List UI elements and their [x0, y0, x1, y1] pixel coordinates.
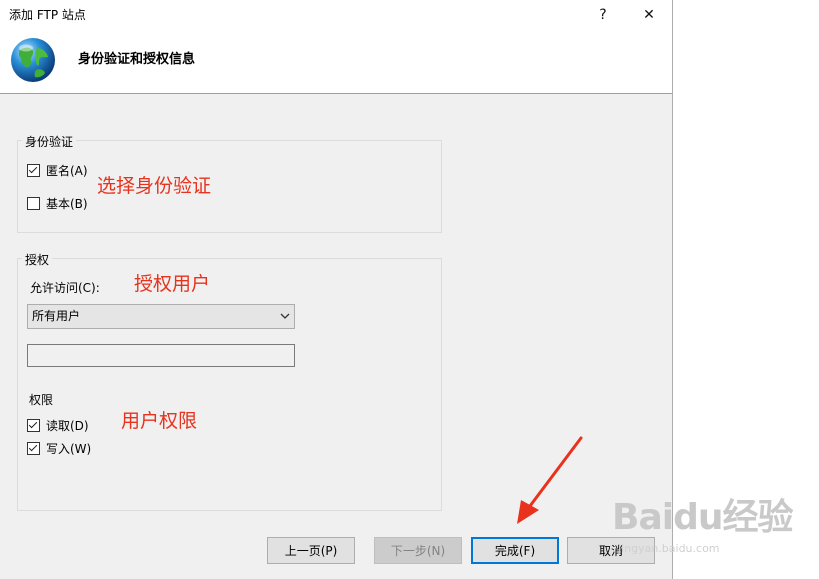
write-checkbox[interactable] [27, 442, 40, 455]
basic-checkbox-row[interactable]: 基本(B) [27, 195, 88, 212]
anonymous-checkbox[interactable] [27, 164, 40, 177]
annotation-user-permissions: 用户权限 [121, 410, 198, 432]
watermark-url: jingyan.baidu.com [618, 542, 720, 555]
title-bar: 添加 FTP 站点 ? ✕ [0, 0, 672, 30]
help-button[interactable]: ? [580, 0, 626, 30]
authentication-group [17, 140, 442, 233]
next-button[interactable]: 下一步(N) [374, 537, 462, 564]
read-label: 读取(D) [46, 419, 89, 433]
page-title: 身份验证和授权信息 [78, 52, 196, 67]
baidu-watermark: Baidu经验 jingyan.baidu.com [612, 488, 793, 555]
window-title: 添加 FTP 站点 [9, 8, 86, 22]
write-label: 写入(W) [46, 442, 92, 456]
previous-button[interactable]: 上一页(P) [267, 537, 355, 564]
watermark-brand: Baidu经验 [612, 497, 793, 538]
globe-icon [11, 38, 55, 82]
read-checkbox-row[interactable]: 读取(D) [27, 417, 89, 434]
write-checkbox-row[interactable]: 写入(W) [27, 440, 91, 457]
annotation-authorize-users: 授权用户 [134, 273, 211, 295]
wizard-header: 身份验证和授权信息 [0, 30, 672, 94]
allow-access-value: 所有用户 [32, 309, 81, 323]
close-button[interactable]: ✕ [626, 0, 672, 30]
anonymous-checkbox-row[interactable]: 匿名(A) [27, 162, 88, 179]
read-checkbox[interactable] [27, 419, 40, 432]
basic-label: 基本(B) [46, 197, 88, 211]
basic-checkbox[interactable] [27, 197, 40, 210]
permissions-label: 权限 [29, 393, 54, 407]
user-names-input[interactable] [27, 344, 295, 367]
finish-button[interactable]: 完成(F) [471, 537, 559, 564]
anonymous-label: 匿名(A) [46, 164, 88, 178]
authorization-legend: 授权 [22, 251, 53, 268]
allow-access-dropdown[interactable]: 所有用户 [27, 304, 295, 329]
chevron-down-icon [280, 313, 290, 319]
annotation-arrow-icon [517, 436, 583, 524]
authentication-legend: 身份验证 [22, 133, 77, 150]
annotation-choose-auth: 选择身份验证 [97, 175, 212, 197]
allow-access-label: 允许访问(C): [30, 281, 100, 295]
